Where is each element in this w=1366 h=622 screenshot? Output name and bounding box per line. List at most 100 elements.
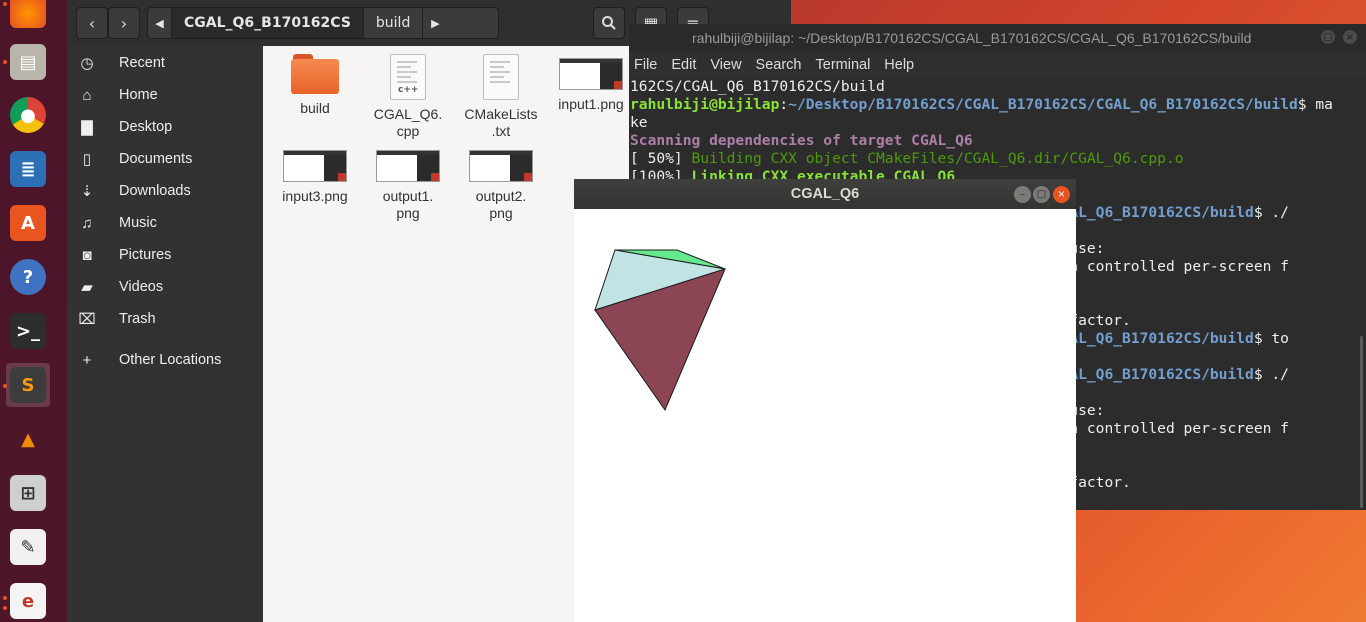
terminal-icon[interactable]: >_ bbox=[10, 313, 46, 349]
terminal-menu-view[interactable]: View bbox=[710, 57, 741, 73]
dock-running-indicator bbox=[3, 606, 7, 610]
triangle-left-icon: ◀ bbox=[155, 16, 164, 30]
firefox-icon[interactable] bbox=[10, 0, 46, 28]
terminal-line: Scanning dependencies of target CGAL_Q6 bbox=[630, 132, 1354, 150]
files-icon[interactable]: ▤ bbox=[10, 44, 46, 80]
file-item-label: input1.png bbox=[558, 96, 624, 112]
file-item-label: CMakeLists .txt bbox=[464, 106, 538, 139]
sidebar-item-label: Documents bbox=[119, 151, 193, 167]
breadcrumb-scroll-right-button[interactable]: ▶ bbox=[423, 8, 447, 38]
launcher-dock: ▤ ● ≣ A? >_ S ▲ ⊞ ✎ e bbox=[0, 0, 67, 622]
sidebar-item-documents[interactable]: ▯ Documents bbox=[67, 144, 263, 174]
terminal-titlebar[interactable]: rahulbiji@bijilap: ~/Desktop/B170162CS/C… bbox=[629, 24, 1366, 52]
cgal-viewer-canvas[interactable] bbox=[574, 209, 1076, 622]
cpp-file-icon: c++ bbox=[390, 54, 426, 100]
chevron-left-icon: ‹ bbox=[88, 13, 96, 33]
vlc-icon[interactable]: ▲ bbox=[10, 421, 46, 457]
terminal-text: : bbox=[779, 96, 789, 113]
calculator-icon[interactable]: ⊞ bbox=[10, 475, 46, 511]
terminal-text: [ 50%] bbox=[630, 150, 692, 167]
text-editor-icon[interactable]: ✎ bbox=[10, 529, 46, 565]
sidebar-item-label: Home bbox=[119, 87, 158, 103]
forward-button[interactable]: › bbox=[108, 7, 140, 39]
image-thumbnail-icon bbox=[559, 58, 623, 90]
file-item[interactable]: build bbox=[270, 54, 360, 117]
minimize-icon: – bbox=[1020, 189, 1025, 200]
files-sidebar: ◷ Recent ⌂ Home ▇ Desktop ▯ Documents ⇣ Downloads… bbox=[67, 46, 263, 622]
image-thumbnail-icon bbox=[283, 150, 347, 182]
back-button[interactable]: ‹ bbox=[76, 7, 108, 39]
file-item[interactable]: input3.png bbox=[270, 146, 360, 205]
terminal-text: rahulbiji@bijilap bbox=[630, 96, 780, 113]
close-icon: × bbox=[1345, 31, 1355, 43]
sidebar-item-music[interactable]: ♫ Music bbox=[67, 208, 263, 238]
terminal-menu-edit[interactable]: Edit bbox=[671, 57, 696, 73]
terminal-text: Scanning dependencies of target CGAL_Q6 bbox=[630, 132, 973, 149]
terminal-menu-search[interactable]: Search bbox=[756, 57, 802, 73]
file-item[interactable]: input1.png bbox=[546, 54, 636, 113]
terminal-maximize-button[interactable]: □ bbox=[1320, 29, 1336, 45]
sidebar-item-label: Trash bbox=[119, 311, 156, 327]
file-item[interactable]: CMakeLists .txt bbox=[456, 54, 546, 140]
sidebar-item-pictures[interactable]: ◙ Pictures bbox=[67, 240, 263, 270]
terminal-line: ke bbox=[630, 114, 1354, 132]
sidebar-item-downloads[interactable]: ⇣ Downloads bbox=[67, 176, 263, 206]
terminal-line: 162CS/CGAL_Q6_B170162CS/build bbox=[630, 78, 1354, 96]
sidebar-item-label: Downloads bbox=[119, 183, 191, 199]
cgal-titlebar[interactable]: CGAL_Q6 bbox=[574, 179, 1076, 209]
sidebar-item-desktop[interactable]: ▇ Desktop bbox=[67, 112, 263, 142]
terminal-text: ~/Desktop/B170162CS/CGAL_B170162CS/CGAL_… bbox=[788, 96, 1298, 113]
chevron-right-icon: › bbox=[120, 13, 128, 33]
terminal-text: Building CXX object CMakeFiles/CGAL_Q6.d… bbox=[691, 150, 1184, 167]
search-button[interactable] bbox=[593, 7, 625, 39]
sidebar-item-videos[interactable]: ▰ Videos bbox=[67, 272, 263, 302]
home-icon: ⌂ bbox=[82, 86, 92, 104]
terminal-scrollbar[interactable] bbox=[1360, 336, 1363, 508]
sidebar-item-label: Videos bbox=[119, 279, 164, 295]
search-icon bbox=[602, 16, 616, 30]
cgal-minimize-button[interactable]: – bbox=[1014, 186, 1031, 203]
sidebar-item-label: Music bbox=[119, 215, 157, 231]
terminal-text: ke bbox=[630, 114, 648, 131]
sidebar-item-recent[interactable]: ◷ Recent bbox=[67, 48, 263, 78]
software-center-icon[interactable]: A bbox=[10, 205, 46, 241]
file-item[interactable]: c++ CGAL_Q6. cpp bbox=[363, 54, 453, 140]
cgal-close-button[interactable]: × bbox=[1053, 186, 1070, 203]
sidebar-item-label: Recent bbox=[119, 55, 165, 71]
breadcrumb-scroll-left-button[interactable]: ◀ bbox=[148, 8, 172, 38]
terminal-menu-file[interactable]: File bbox=[634, 57, 657, 73]
file-item[interactable]: output1. png bbox=[363, 146, 453, 222]
chrome-icon[interactable]: ● bbox=[10, 97, 46, 133]
breadcrumb-current[interactable]: build bbox=[364, 8, 424, 38]
text-file-icon bbox=[483, 54, 519, 100]
dock-running-indicator bbox=[3, 60, 7, 64]
music-icon: ♫ bbox=[81, 214, 93, 232]
terminal-text: $ ./ bbox=[1253, 366, 1289, 383]
file-item-label: output1. png bbox=[382, 188, 434, 221]
sidebar-item-other-locations[interactable]: + Other Locations bbox=[67, 345, 263, 375]
terminal-menu-terminal[interactable]: Terminal bbox=[816, 57, 871, 73]
help-icon[interactable]: ? bbox=[10, 259, 46, 295]
document-viewer-icon[interactable]: e bbox=[10, 583, 46, 619]
terminal-line: rahulbiji@bijilap:~/Desktop/B170162CS/CG… bbox=[630, 96, 1354, 114]
trash-icon: ⌧ bbox=[78, 311, 96, 328]
document-icon: ▯ bbox=[82, 151, 92, 168]
terminal-menu-help[interactable]: Help bbox=[884, 57, 914, 73]
cgal-maximize-button[interactable]: □ bbox=[1033, 186, 1050, 203]
libreoffice-writer-icon[interactable]: ≣ bbox=[10, 151, 46, 187]
dock-running-indicator bbox=[3, 2, 7, 6]
terminal-close-button[interactable]: × bbox=[1342, 29, 1358, 45]
terminal-text: 162CS/CGAL_Q6_B170162CS/build bbox=[630, 78, 885, 95]
image-thumbnail-icon bbox=[376, 150, 440, 182]
video-icon: ▰ bbox=[81, 279, 93, 296]
sidebar-item-trash[interactable]: ⌧ Trash bbox=[67, 304, 263, 334]
cgal-window: CGAL_Q6 – □ × bbox=[574, 179, 1076, 622]
close-icon: × bbox=[1057, 189, 1066, 200]
terminal-line: [ 50%] Building CXX object CMakeFiles/CG… bbox=[630, 150, 1354, 168]
file-item[interactable]: output2. png bbox=[456, 146, 546, 222]
file-item-label: CGAL_Q6. cpp bbox=[373, 106, 443, 139]
sublime-text-icon[interactable]: S bbox=[10, 367, 46, 403]
folder-icon bbox=[291, 54, 339, 94]
sidebar-item-home[interactable]: ⌂ Home bbox=[67, 80, 263, 110]
breadcrumb-folder[interactable]: CGAL_Q6_B170162CS bbox=[172, 8, 364, 38]
